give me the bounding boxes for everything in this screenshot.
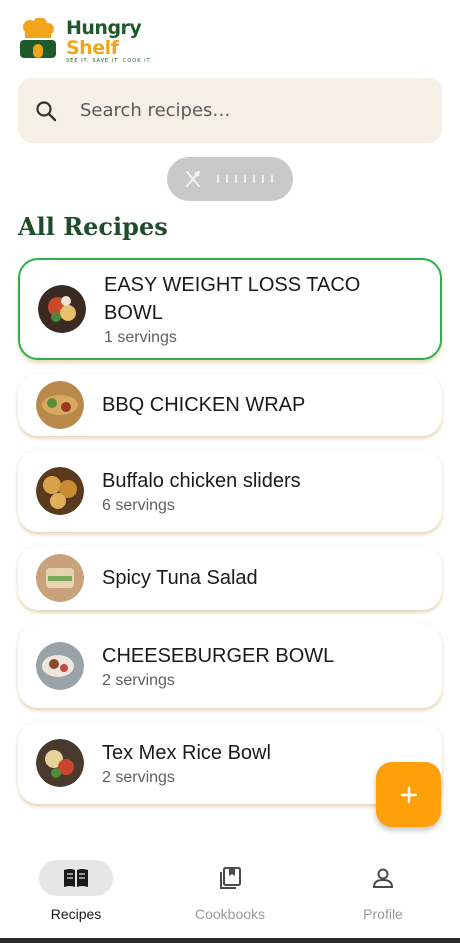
recipe-card[interactable]: Buffalo chicken sliders 6 servings (18, 450, 442, 532)
recipe-servings: 2 servings (102, 672, 175, 689)
person-icon (372, 868, 394, 888)
plus-icon (400, 786, 417, 803)
app-logo: Hungry Shelf SEE IT. SAVE IT. COOK IT. (18, 16, 158, 68)
recipe-card[interactable]: BBQ CHICKEN WRAP (18, 374, 442, 436)
chef-hat-logo-icon (20, 18, 56, 58)
recipe-servings: 6 servings (102, 497, 175, 514)
nav-label: Cookbooks (194, 906, 266, 922)
recipe-title-cont: BOWL (104, 302, 163, 324)
recipe-card[interactable]: EASY WEIGHT LOSS TACO BOWL 1 servings (18, 258, 442, 360)
recipe-thumbnail (36, 554, 84, 602)
recipe-title: EASY WEIGHT LOSS TACO (104, 274, 361, 296)
recipe-thumbnail (38, 285, 86, 333)
nav-pill (346, 860, 420, 896)
add-recipe-button[interactable] (376, 762, 441, 827)
search-icon (36, 100, 57, 121)
section-title: All Recipes (18, 212, 168, 241)
bottom-navigation: Recipes Cookbooks Profile (0, 850, 460, 938)
logo-tagline: SEE IT. SAVE IT. COOK IT. (66, 58, 153, 64)
recipe-title: CHEESEBURGER BOWL (102, 645, 335, 667)
logo-line1: Hungry (66, 17, 142, 39)
fork-knife-icon (186, 171, 200, 187)
search-bar[interactable] (18, 78, 442, 143)
recipe-card[interactable]: CHEESEBURGER BOWL 2 servings (18, 624, 442, 708)
nav-label: Profile (363, 906, 403, 922)
recipe-title: Spicy Tuna Salad (102, 567, 258, 589)
logo-wordmark: Hungry Shelf (66, 17, 142, 59)
logo-line2: Shelf (66, 37, 119, 59)
recipe-card[interactable]: Spicy Tuna Salad (18, 546, 442, 610)
recipe-thumbnail (36, 739, 84, 787)
system-gesture-bar (0, 938, 460, 943)
nav-item-cookbooks[interactable]: Cookbooks (170, 860, 290, 922)
bookmark-stack-icon (220, 867, 241, 889)
recipe-thumbnail (36, 381, 84, 429)
loading-dots (217, 175, 273, 183)
recipe-thumbnail (36, 642, 84, 690)
recipe-title: Tex Mex Rice Bowl (102, 742, 271, 764)
nav-pill (193, 860, 267, 896)
nav-item-recipes[interactable]: Recipes (16, 860, 136, 922)
recipe-servings: 1 servings (104, 329, 177, 346)
recipe-title: BBQ CHICKEN WRAP (102, 394, 306, 416)
nav-pill (39, 860, 113, 896)
recipe-title: Buffalo chicken sliders (102, 470, 301, 492)
loading-indicator (167, 157, 293, 201)
nav-item-profile[interactable]: Profile (323, 860, 443, 922)
book-open-icon (64, 869, 88, 887)
recipe-thumbnail (36, 467, 84, 515)
recipe-servings: 2 servings (102, 769, 175, 786)
nav-label: Recipes (50, 906, 102, 922)
search-input[interactable] (80, 100, 400, 121)
